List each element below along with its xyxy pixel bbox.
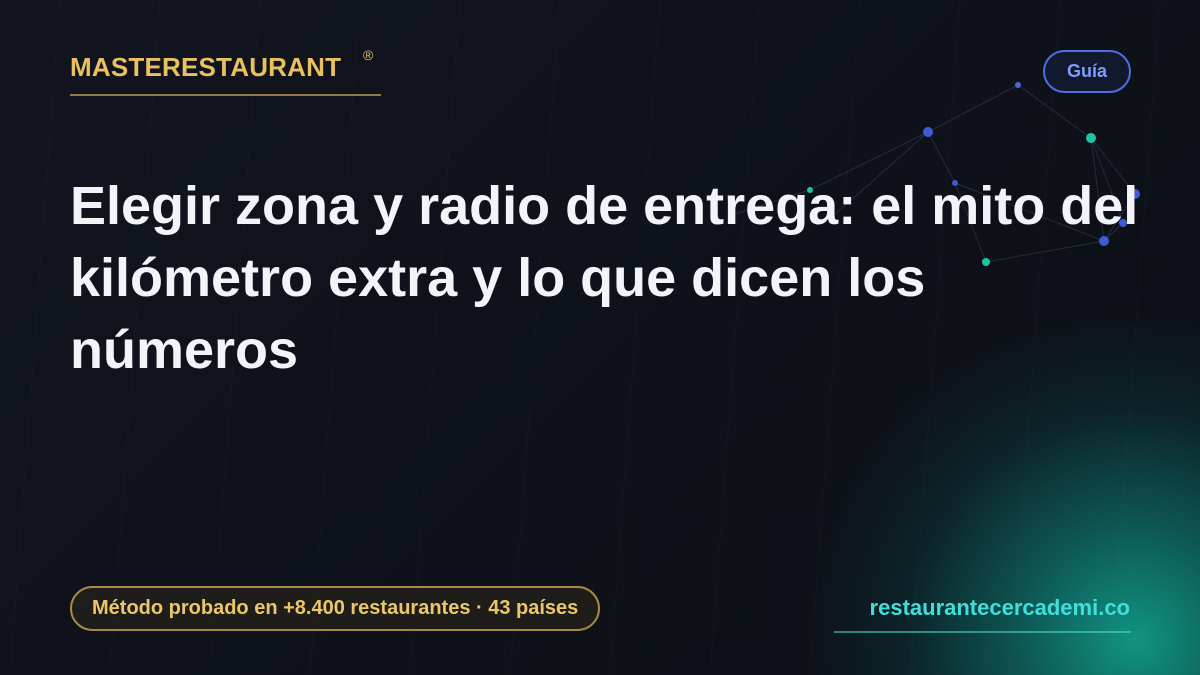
brand-name: MASTERESTAURANT xyxy=(70,52,342,82)
registered-mark: ® xyxy=(363,47,374,63)
site-link[interactable]: restaurantecercademi.co xyxy=(870,595,1130,621)
page-title: Elegir zona y radio de entrega: el mito … xyxy=(70,176,1139,380)
network-node xyxy=(1086,133,1096,143)
brand-logo: MASTERESTAURANT ® xyxy=(70,47,381,96)
network-node xyxy=(923,127,933,137)
proof-pill: Método probado en +8.400 restaurantes · … xyxy=(70,586,601,631)
network-node xyxy=(1015,82,1021,88)
site-underline xyxy=(834,631,1131,633)
category-badge: Guía xyxy=(1043,50,1131,93)
